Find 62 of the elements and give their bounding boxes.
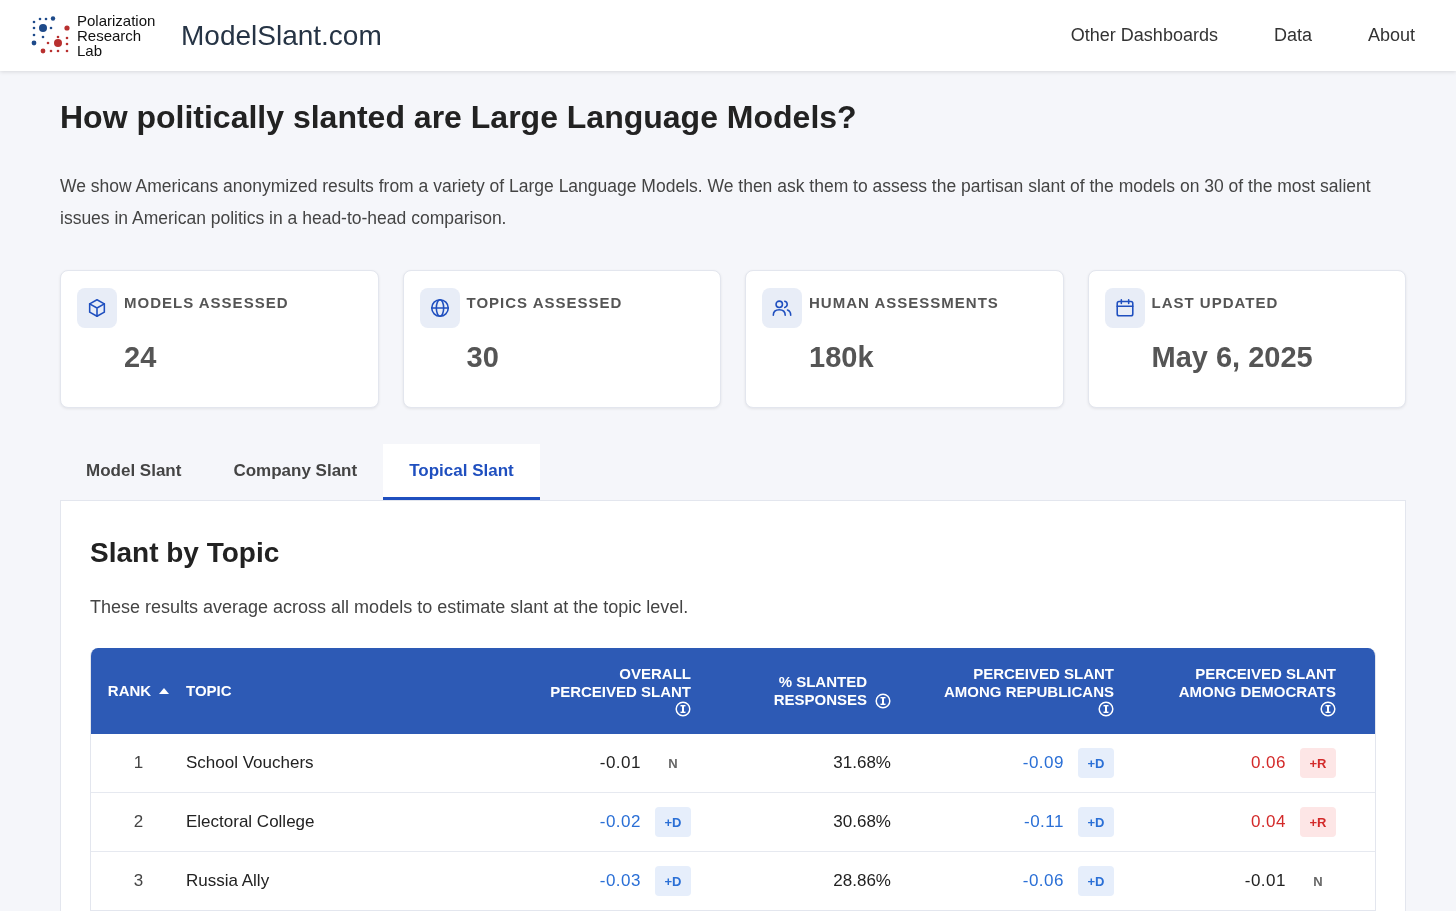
nav-link[interactable]: Data bbox=[1273, 25, 1312, 46]
tab[interactable]: Model Slant bbox=[60, 444, 208, 500]
column-header[interactable]: RANK bbox=[107, 682, 152, 700]
topic-name: School Vouchers bbox=[186, 753, 314, 773]
stat-label: MODELS ASSESSED bbox=[124, 294, 289, 311]
stat-value: May 6, 2025 bbox=[1151, 341, 1313, 374]
slant-value: -0.02 bbox=[599, 812, 641, 832]
stat-label: TOPICS ASSESSED bbox=[466, 294, 623, 311]
lean-tag: +D bbox=[655, 807, 691, 837]
lean-tag: +D bbox=[1078, 748, 1114, 778]
rank-number: 1 bbox=[133, 753, 144, 773]
info-icon[interactable] bbox=[875, 693, 891, 709]
lean-tag: +D bbox=[1078, 866, 1114, 896]
info-icon[interactable] bbox=[1320, 701, 1336, 717]
column-header[interactable]: OVERALL PERCEIVED SLANT bbox=[541, 665, 691, 701]
column-header[interactable]: PERCEIVED SLANT AMONG DEMOCRATS bbox=[1156, 665, 1336, 701]
logo-icon bbox=[31, 15, 73, 56]
stat-label: HUMAN ASSESSMENTS bbox=[809, 294, 999, 311]
slant-value: 0.06 bbox=[1250, 753, 1286, 773]
rank-number: 2 bbox=[133, 812, 144, 832]
column-header[interactable]: % SLANTED RESPONSES bbox=[762, 673, 867, 709]
lab-name: Polarization Research Lab bbox=[77, 13, 157, 58]
slant-value: -0.06 bbox=[1022, 871, 1064, 891]
lean-tag: N bbox=[1300, 866, 1336, 896]
panel-title: Slant by Topic bbox=[90, 537, 281, 569]
lean-tag: +R bbox=[1300, 748, 1336, 778]
cube-icon bbox=[86, 297, 108, 319]
stat-value: 24 bbox=[124, 341, 158, 374]
slant-value: -0.01 bbox=[1244, 871, 1286, 891]
topic-name: Electoral College bbox=[186, 812, 315, 832]
nav-link[interactable]: About bbox=[1367, 25, 1415, 46]
lean-tag: N bbox=[655, 748, 691, 778]
slant-value: -0.09 bbox=[1022, 753, 1064, 773]
tab[interactable]: Company Slant bbox=[207, 444, 384, 500]
info-icon[interactable] bbox=[1098, 701, 1114, 717]
intro-paragraph: We show Americans anonymized results from a variety of Large Language Models. We then ask them to assess the partisan slant of the models on 30 of the most salient issues in American politics in a head-to-head comparison. bbox=[60, 175, 1372, 230]
slant-value: 0.04 bbox=[1250, 812, 1286, 832]
percent-value: 30.68% bbox=[833, 812, 891, 832]
page-title: How politically slanted are Large Language Models? bbox=[60, 99, 858, 136]
slant-value: -0.11 bbox=[1024, 812, 1064, 832]
site-title[interactable]: ModelSlant.com bbox=[181, 19, 382, 52]
lean-tag: +R bbox=[1300, 807, 1336, 837]
lean-tag: +D bbox=[1078, 807, 1114, 837]
users-icon bbox=[771, 297, 793, 319]
calendar-icon bbox=[1113, 297, 1136, 319]
column-header[interactable]: PERCEIVED SLANT AMONG REPUBLICANS bbox=[934, 665, 1114, 701]
column-header[interactable]: TOPIC bbox=[186, 682, 232, 700]
nav-link[interactable]: Other Dashboards bbox=[1070, 25, 1218, 46]
stat-value: 180k bbox=[809, 341, 875, 374]
lean-tag: +D bbox=[655, 866, 691, 896]
percent-value: 28.86% bbox=[833, 871, 891, 891]
slant-value: -0.03 bbox=[599, 871, 641, 891]
topic-name: Russia Ally bbox=[186, 871, 270, 891]
percent-value: 31.68% bbox=[833, 753, 891, 773]
panel-description: These results average across all models to estimate slant at the topic level. bbox=[90, 597, 690, 618]
globe-icon bbox=[428, 297, 451, 319]
rank-number: 3 bbox=[133, 871, 144, 891]
info-icon[interactable] bbox=[675, 701, 691, 717]
stat-value: 30 bbox=[466, 341, 500, 374]
stat-label: LAST UPDATED bbox=[1151, 294, 1280, 311]
slant-value: -0.01 bbox=[599, 753, 641, 773]
tab[interactable]: Topical Slant bbox=[383, 444, 540, 500]
